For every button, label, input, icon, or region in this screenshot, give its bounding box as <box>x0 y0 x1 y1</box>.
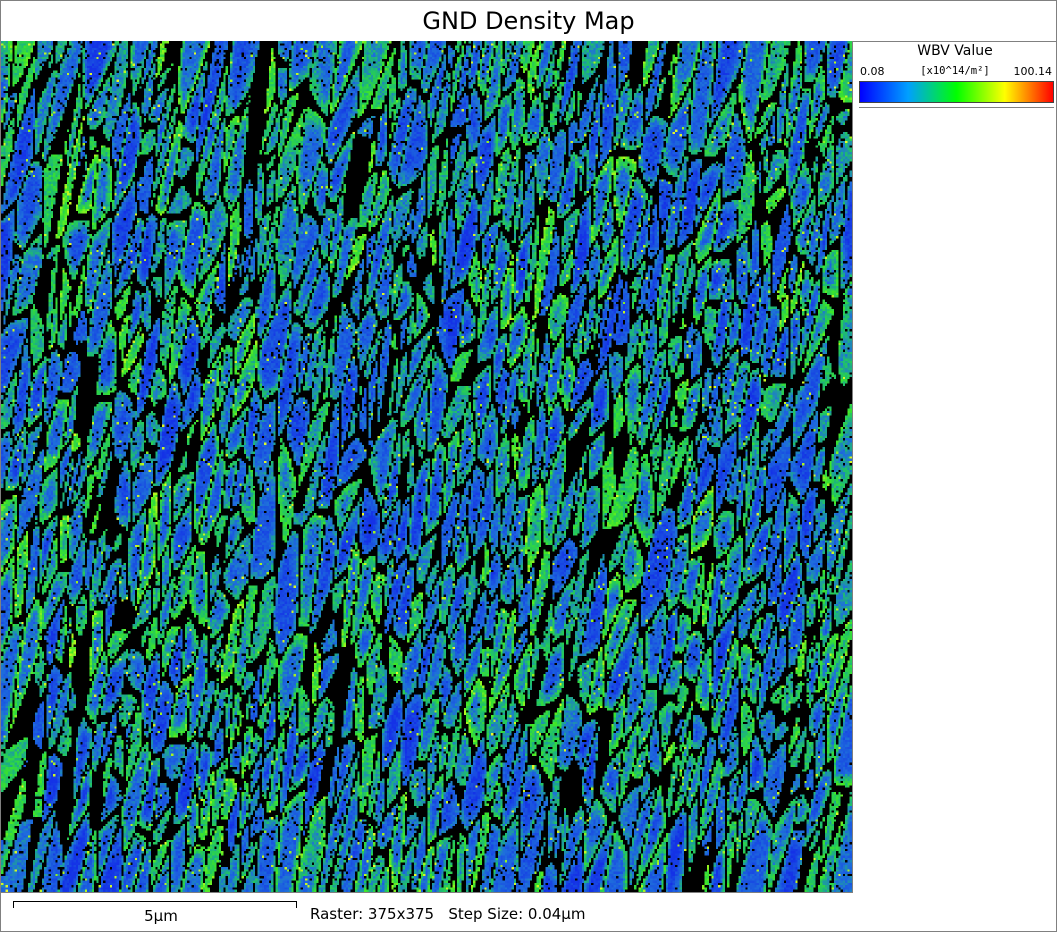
gnd-density-map[interactable] <box>1 41 853 893</box>
legend-max-value: 100.14 <box>1013 65 1053 78</box>
scale-bar-label: 5μm <box>144 907 178 925</box>
gnd-map-canvas[interactable] <box>1 41 852 892</box>
map-title: GND Density Map <box>1 1 1056 42</box>
color-legend: WBV Value 0.08 [x10^14/m²] 100.14 <box>854 41 1056 111</box>
legend-color-bar <box>859 81 1054 103</box>
legend-divider <box>859 107 1054 108</box>
legend-title: WBV Value <box>917 43 993 59</box>
figure-frame: GND Density Map WBV Value 0.08 [x10^14/m… <box>0 0 1057 932</box>
raster-info: Raster: 375x375 Step Size: 0.04μm <box>310 905 586 923</box>
map-footer: 5μm Raster: 375x375 Step Size: 0.04μm <box>1 893 1056 931</box>
